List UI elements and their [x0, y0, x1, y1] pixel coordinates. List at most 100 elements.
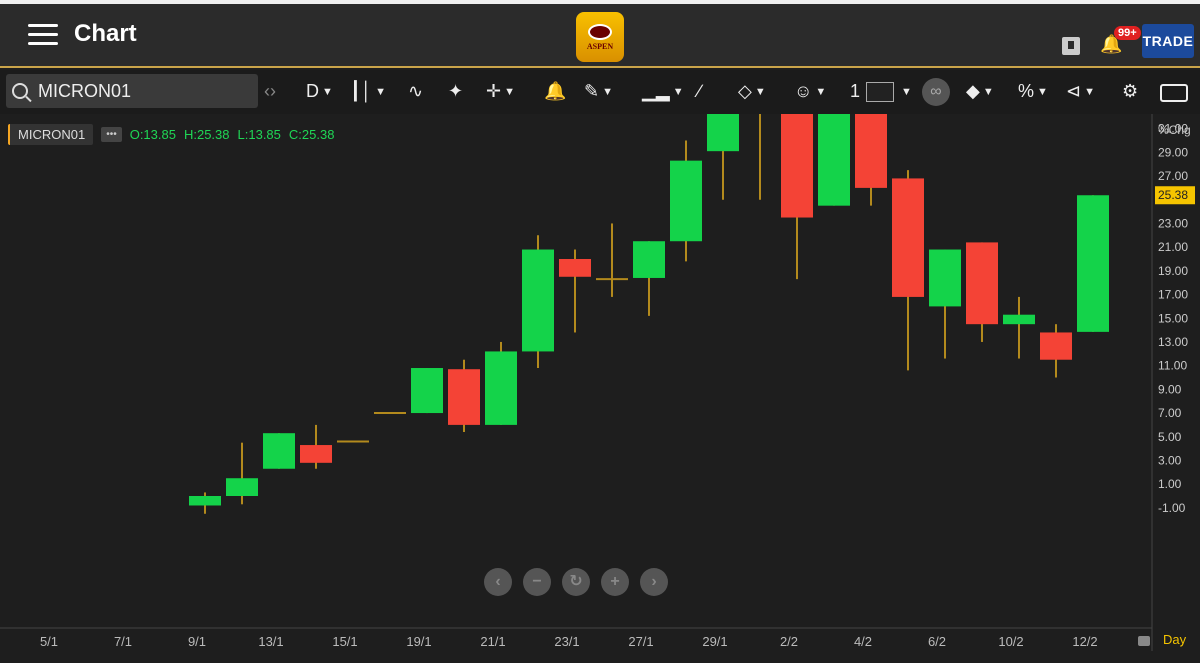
candle-body — [189, 496, 221, 506]
caret-down-icon[interactable]: ▼ — [898, 80, 912, 103]
chart-toolbar: ‹› D▼ ┃│▼ ∿ ✦ ✛▼ 🔔 ✎▼ ▁▂▼ ∕ ◇▼ ☺▼ 1 ▼ ∞ … — [0, 70, 1200, 114]
candle-body — [929, 249, 961, 307]
scroll-left-icon[interactable]: ‹ — [484, 568, 512, 596]
scroll-right-icon[interactable]: › — [640, 568, 668, 596]
candle-body — [707, 114, 739, 152]
x-tick-label: 12/2 — [1072, 634, 1097, 649]
color-box[interactable] — [866, 82, 894, 102]
x-tick-label: 15/1 — [332, 634, 357, 649]
chart-area[interactable]: %Chg37.0035.0033.0031.0029.0027.0025.382… — [0, 114, 1200, 663]
legend-close: C:25.38 — [288, 127, 335, 142]
x-tick-label: 29/1 — [702, 634, 727, 649]
candle-body — [1003, 314, 1035, 325]
reset-icon[interactable]: ↻ — [562, 568, 590, 596]
legend-low: L:13.85 — [237, 127, 281, 142]
logo-eye-icon — [588, 23, 612, 40]
drawing-tools-icon[interactable]: ▁▂ ▼ — [642, 80, 684, 103]
candle-body — [818, 114, 850, 206]
percent-dropdown[interactable]: % ▼ — [1018, 80, 1048, 103]
x-tick-label: 4/2 — [854, 634, 872, 649]
x-tick-label: 7/1 — [114, 634, 132, 649]
zoom-in-icon[interactable]: + — [601, 568, 629, 596]
legend-open: O:13.85 — [129, 127, 176, 142]
y-tick-label: 7.00 — [1158, 406, 1182, 420]
candle-type-icon[interactable]: ┃│ ▼ — [350, 80, 386, 103]
percent-label: % — [1018, 81, 1035, 101]
indicator-icon[interactable]: ∿ — [408, 80, 423, 102]
caret-down-icon: ▼ — [322, 86, 333, 99]
candle-body — [300, 445, 332, 463]
y-tick-label: 19.00 — [1158, 264, 1188, 278]
y-tick-label: 1.00 — [1158, 477, 1182, 491]
period-label[interactable]: Day — [1163, 632, 1186, 647]
aspen-logo[interactable]: ASPEN — [576, 12, 624, 62]
fill-icon[interactable]: ◇ ▼ — [738, 80, 766, 103]
candle-body — [781, 114, 813, 218]
x-tick-label: 27/1 — [628, 634, 653, 649]
candle-body — [485, 351, 517, 425]
symbol-search-input[interactable] — [38, 80, 238, 102]
x-tick-label: 6/2 — [928, 634, 946, 649]
gear-icon[interactable]: ⚙ — [1122, 80, 1138, 102]
x-tick-label: 19/1 — [406, 634, 431, 649]
candle-body — [226, 478, 258, 496]
line-width-label[interactable]: 1 — [850, 80, 860, 102]
crosshair-icon[interactable]: ✛ ▼ — [486, 80, 515, 103]
y-tick-label: 3.00 — [1158, 453, 1182, 467]
app-root: Chart ASPEN 🔔 99+ TRADE ‹› D▼ ┃│▼ ∿ ✦ ✛▼… — [0, 0, 1200, 663]
candle-body — [263, 433, 295, 469]
candle-body — [1077, 195, 1109, 332]
more-options-icon[interactable]: ••• — [101, 127, 122, 142]
y-tick-label: 5.00 — [1158, 430, 1182, 444]
candle-body — [559, 259, 591, 277]
candle-body — [966, 242, 998, 325]
y-tick-label: 29.00 — [1158, 145, 1188, 159]
x-tick-label: 21/1 — [480, 634, 505, 649]
book-icon[interactable] — [1062, 37, 1080, 55]
chevron-left-icon[interactable]: ‹› — [264, 80, 276, 102]
y-tick-label: 9.00 — [1158, 382, 1182, 396]
y-tick-label: 31.00 — [1158, 122, 1188, 136]
candle-body — [855, 114, 887, 188]
x-tick-label: 23/1 — [554, 634, 579, 649]
keyboard-icon[interactable] — [1160, 84, 1188, 102]
compare-icon[interactable]: ✦ — [448, 80, 463, 102]
x-tick-label: 2/2 — [780, 634, 798, 649]
trade-logo[interactable]: TRADE — [1142, 24, 1194, 58]
interval-label: D — [306, 81, 319, 101]
candle-body — [522, 249, 554, 352]
legend-symbol[interactable]: MICRON01 — [8, 124, 94, 145]
candle-body — [411, 368, 443, 414]
x-tick-label: 10/2 — [998, 634, 1023, 649]
candle-body — [892, 178, 924, 297]
hamburger-menu-icon[interactable] — [28, 24, 58, 46]
share-icon[interactable]: ⊲ ▼ — [1066, 80, 1095, 103]
chart-legend: MICRON01 ••• O:13.85 H:25.38 L:13.85 C:2… — [8, 124, 334, 145]
candle-body — [1040, 332, 1072, 360]
chart-navigation-controls: ‹ − ↻ + › — [484, 568, 679, 596]
y-tick-label: 11.00 — [1158, 359, 1187, 373]
y-tick-label: 15.00 — [1158, 311, 1188, 325]
alert-icon[interactable]: 🔔 — [544, 80, 566, 102]
zoom-out-icon[interactable]: − — [523, 568, 551, 596]
x-tick-label: 5/1 — [40, 634, 58, 649]
y-tick-label: 17.00 — [1158, 288, 1188, 302]
pencil-icon[interactable]: ✎ ▼ — [584, 80, 613, 103]
y-tick-label: -1.00 — [1158, 501, 1186, 515]
emoji-icon[interactable]: ☺ ▼ — [794, 80, 826, 103]
lock-icon[interactable] — [1138, 636, 1150, 646]
notification-badge: 99+ — [1114, 26, 1141, 40]
last-price-label: 25.38 — [1158, 188, 1188, 202]
tag-icon[interactable]: ◆ ▼ — [966, 80, 994, 103]
y-tick-label: 21.00 — [1158, 240, 1188, 254]
symbol-search-box[interactable] — [6, 74, 258, 108]
interval-dropdown[interactable]: D ▼ — [306, 80, 333, 103]
candle-body — [633, 241, 665, 278]
y-tick-label: 27.00 — [1158, 169, 1188, 183]
candle-body — [670, 160, 702, 242]
page-title: Chart — [74, 20, 137, 47]
logo-text: ASPEN — [586, 41, 614, 51]
candle-body — [448, 369, 480, 425]
ruler-icon[interactable]: ∕ — [698, 80, 701, 102]
link-icon[interactable]: ∞ — [922, 78, 950, 106]
